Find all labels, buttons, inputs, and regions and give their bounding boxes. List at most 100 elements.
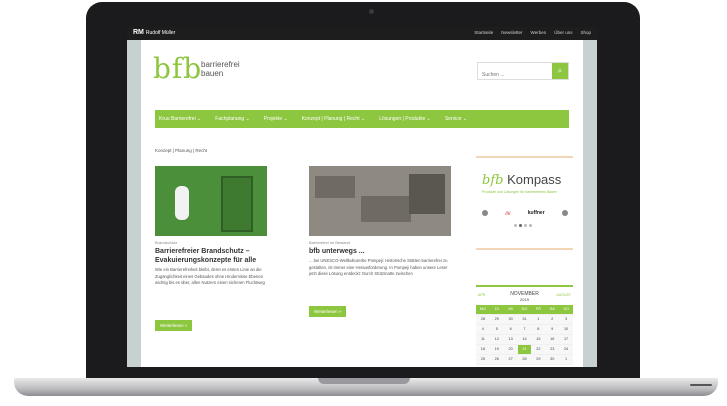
- kompass-widget[interactable]: bfb Kompass Produkte und Lösungen für ba…: [476, 156, 573, 250]
- calendar-weekday: SO: [559, 305, 573, 315]
- calendar-day[interactable]: 26: [489, 355, 504, 365]
- laptop-foot: [690, 384, 712, 386]
- top-link-newsletter[interactable]: Newsletter: [501, 30, 522, 35]
- nav-item-konzept[interactable]: Konzept | Planung | Recht ⌄: [302, 116, 366, 122]
- calendar-weekday: MI: [503, 305, 518, 315]
- top-link-startseite[interactable]: Startseite: [474, 30, 493, 35]
- calendar-day[interactable]: 9: [545, 325, 560, 335]
- calendar-prev[interactable]: APR: [478, 293, 485, 297]
- calendar-day[interactable]: 30: [545, 355, 560, 365]
- calendar-day[interactable]: 6: [503, 325, 518, 335]
- calendar-next[interactable]: AUGUST: [556, 293, 571, 297]
- top-link-werben[interactable]: Werben: [531, 30, 547, 35]
- nav-item-projekte[interactable]: Projekte ⌄: [264, 116, 288, 122]
- calendar-day[interactable]: 28: [517, 355, 532, 365]
- search-box: ⌕: [477, 62, 569, 82]
- calendar-widget: APR AUGUST NOVEMBER 2019 MO DI MI DO FR SA SO 2…: [476, 285, 573, 365]
- calendar-day[interactable]: 29: [531, 355, 546, 365]
- nav-item-barrierefrei[interactable]: Kruu Barrierefrei ⌄: [159, 116, 201, 122]
- logo-tagline: barrierefrei bauen: [201, 60, 240, 78]
- carousel-dot[interactable]: [514, 224, 517, 227]
- post-category[interactable]: Barrierefrei im Bestand: [309, 240, 350, 245]
- calendar-day[interactable]: 21: [517, 345, 532, 355]
- calendar-day[interactable]: 12: [489, 335, 504, 345]
- nav-item-fachplanung[interactable]: Fachplanung ⌄: [215, 116, 250, 122]
- calendar-day[interactable]: 15: [531, 335, 546, 345]
- calendar-weekday: MO: [476, 305, 490, 315]
- stone-block: [315, 176, 355, 198]
- top-bar: RM Rudolf Müller Startseite Newsletter We…: [127, 27, 597, 40]
- read-more-button[interactable]: Weiterlesen »: [155, 320, 193, 331]
- calendar-day[interactable]: 1: [559, 355, 573, 365]
- calendar-day[interactable]: 2: [545, 315, 560, 325]
- calendar-year: 2019: [520, 297, 529, 302]
- kompass-title: bfb Kompass: [482, 172, 562, 188]
- calendar-weekday: FR: [531, 305, 546, 315]
- browser-screen: RM Rudolf Müller Startseite Newsletter We…: [127, 27, 597, 367]
- calendar-day[interactable]: 24: [559, 345, 573, 355]
- nav-item-loesungen[interactable]: Lösungen | Produkte ⌄: [379, 116, 431, 122]
- calendar-day[interactable]: 23: [545, 345, 560, 355]
- post-title[interactable]: bfb unterwegs ...: [309, 247, 451, 256]
- exit-door-graphic: [221, 176, 253, 232]
- breadcrumb: Konzept | Planung | Recht: [155, 148, 208, 153]
- calendar-day[interactable]: 29: [489, 315, 504, 325]
- calendar-day[interactable]: 31: [517, 315, 532, 325]
- search-button[interactable]: ⌕: [552, 63, 568, 79]
- calendar-day[interactable]: 20: [503, 345, 518, 355]
- brand-name: Rudolf Müller: [145, 30, 176, 36]
- stone-block: [409, 174, 445, 214]
- calendar-day[interactable]: 5: [489, 325, 504, 335]
- calendar-day[interactable]: 11: [476, 335, 490, 345]
- post-excerpt: Wie ein Barrierefreiheit bleibt, deret e…: [155, 267, 265, 285]
- main-nav: Kruu Barrierefrei ⌄ Fachplanung ⌄ Projek…: [155, 110, 569, 128]
- partner-logo[interactable]: kuffner: [528, 210, 545, 216]
- calendar-grid: MO DI MI DO FR SA SO 28 29 30 31 1 2 3 4 5 6 7 8 9 10 11 12 13 1…: [476, 305, 573, 365]
- site-logo[interactable]: bfb: [153, 54, 202, 84]
- calendar-day[interactable]: 17: [559, 335, 573, 345]
- read-more-button[interactable]: Weiterlesen »: [309, 306, 347, 317]
- nav-item-service[interactable]: Service ⌄: [445, 116, 467, 122]
- logo-text: bfb: [153, 52, 203, 85]
- partner-logo[interactable]: ////: [505, 211, 510, 216]
- carousel-dot[interactable]: [519, 224, 522, 227]
- calendar-day[interactable]: 30: [503, 315, 518, 325]
- carousel-dot[interactable]: [529, 224, 532, 227]
- carousel-next-icon[interactable]: [562, 210, 568, 216]
- calendar-weekday: SA: [545, 305, 560, 315]
- camera-icon: [369, 9, 374, 14]
- top-link-shop[interactable]: Shop: [580, 30, 591, 35]
- calendar-day[interactable]: 14: [517, 335, 532, 345]
- brand-logo[interactable]: RM Rudolf Müller: [133, 29, 175, 36]
- search-icon: ⌕: [557, 66, 563, 75]
- page-content: bfb barrierefrei bauen ⌕ Kruu Barrierefr…: [141, 40, 583, 367]
- calendar-day[interactable]: 13: [503, 335, 518, 345]
- calendar-day[interactable]: 1: [531, 315, 546, 325]
- calendar-day[interactable]: 22: [531, 345, 546, 355]
- carousel-prev-icon[interactable]: [482, 210, 488, 216]
- search-input[interactable]: [478, 68, 556, 82]
- post-title[interactable]: Barrierefreier Brandschutz – Evakuierung…: [155, 247, 267, 265]
- calendar-day[interactable]: 7: [517, 325, 532, 335]
- post-category[interactable]: Brandschutz: [155, 240, 177, 245]
- calendar-day[interactable]: 25: [476, 355, 490, 365]
- calendar-day[interactable]: 19: [489, 345, 504, 355]
- calendar-day[interactable]: 27: [503, 355, 518, 365]
- running-person-graphic: [175, 186, 189, 220]
- calendar-day[interactable]: 10: [559, 325, 573, 335]
- carousel-dot[interactable]: [524, 224, 527, 227]
- calendar-day[interactable]: 16: [545, 335, 560, 345]
- post-excerpt: ... bei UNESCO-Weltkulturerbe Pompeji: H…: [309, 258, 448, 276]
- calendar-day[interactable]: 18: [476, 345, 490, 355]
- calendar-weekday: DI: [489, 305, 504, 315]
- top-link-ueber-uns[interactable]: Über uns: [554, 30, 572, 35]
- post-image-brandschutz[interactable]: [155, 166, 267, 236]
- calendar-day[interactable]: 4: [476, 325, 490, 335]
- carousel-dots: [514, 224, 532, 227]
- calendar-day[interactable]: 8: [531, 325, 546, 335]
- calendar-day[interactable]: 28: [476, 315, 490, 325]
- calendar-day[interactable]: 3: [559, 315, 573, 325]
- kompass-subtitle: Produkte und Lösungen für barrierefreies…: [482, 190, 557, 194]
- stone-block: [361, 196, 411, 222]
- post-image-pompeji[interactable]: [309, 166, 451, 236]
